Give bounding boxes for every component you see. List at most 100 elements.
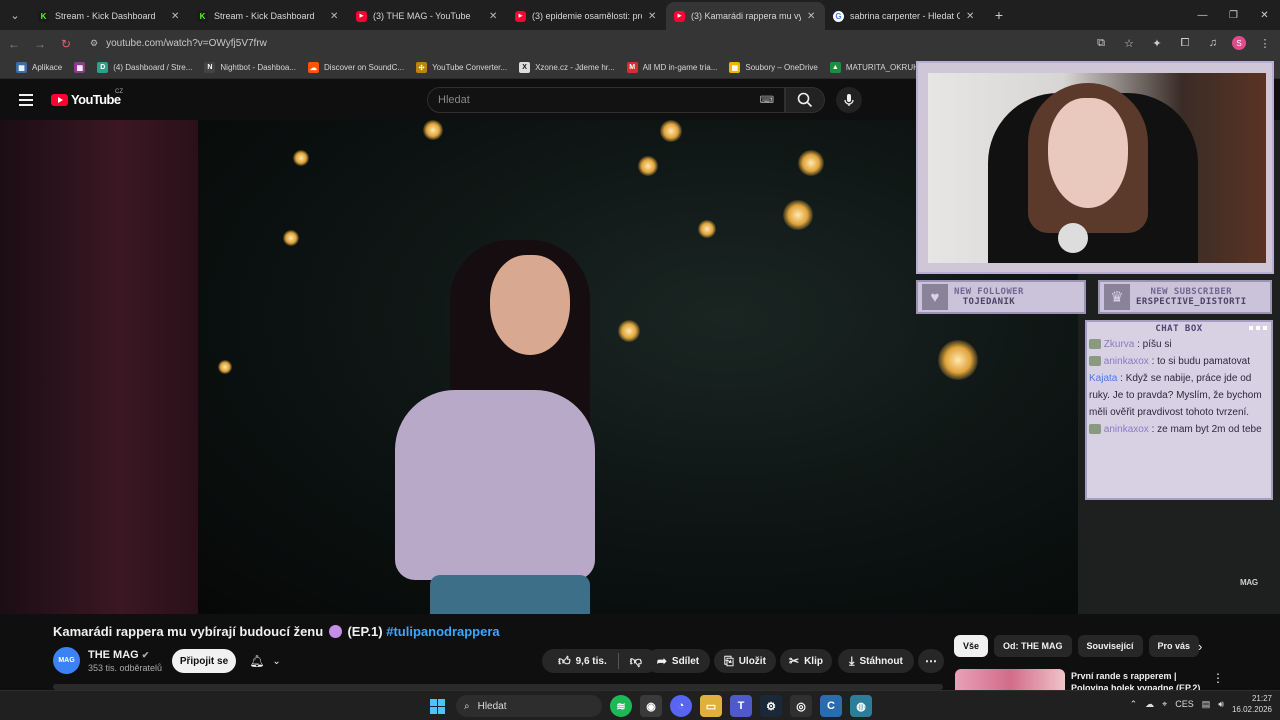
app-icon[interactable]: ◎ (790, 695, 812, 717)
close-icon[interactable]: ✕ (489, 11, 499, 22)
steam-icon[interactable]: ⚙ (760, 695, 782, 717)
extension-icon[interactable]: ✦ (1148, 34, 1166, 52)
clock[interactable]: 21:27 16.02.2026 (1232, 693, 1272, 715)
chip-for-you[interactable]: Pro vás (1148, 635, 1200, 657)
close-icon[interactable]: ✕ (648, 11, 658, 22)
download-button[interactable]: ⤓ Stáhnout (838, 649, 914, 673)
network-icon[interactable]: ▤ (1202, 699, 1211, 710)
ccleaner-icon[interactable]: C (820, 695, 842, 717)
taskbar: ⌕ Hledat ≋ ◉ ◔ ▭ T ⚙ ◎ C ◍ ⌃ ☁ ⌖ CES ▤ 🔊… (0, 690, 1280, 720)
tray-expand-icon[interactable]: ⌃ (1130, 699, 1138, 710)
tab-search-icon[interactable]: ⌄ (0, 0, 30, 30)
like-count[interactable]: 9,6 tis. (576, 656, 607, 667)
chat-username: Kajata (1089, 373, 1118, 384)
close-icon[interactable]: ✕ (171, 11, 181, 22)
screen: ⌄ K Stream - Kick Dashboard ✕ K Stream -… (0, 0, 1280, 720)
onedrive-tray-icon[interactable]: ☁ (1145, 699, 1154, 710)
globe-app-icon[interactable]: ◍ (850, 695, 872, 717)
site-info-icon[interactable]: ⚙ (90, 38, 98, 49)
browser-tab[interactable]: K Stream - Kick Dashboard ✕ (189, 2, 348, 30)
recommendation-thumbnail[interactable] (955, 669, 1065, 690)
subscriber-icon: ♛ (1104, 284, 1130, 310)
bookmark-item[interactable]: ✣ YouTube Converter... (410, 62, 513, 73)
channel-avatar[interactable]: MAG (53, 647, 80, 674)
keyboard-icon[interactable]: ⌨ (760, 95, 774, 106)
bookmark-item[interactable]: ▦ Soubory – OneDrive (723, 62, 823, 73)
cast-icon[interactable]: ⧉ (1092, 34, 1110, 52)
language-indicator[interactable]: CES (1175, 699, 1194, 709)
forward-icon[interactable]: → (28, 32, 52, 56)
discord-icon[interactable]: ◔ (670, 695, 692, 717)
browser-tab[interactable]: G sabrina carpenter - Hledat Goo... ✕ (825, 2, 984, 30)
bookmark-item[interactable]: N Nightbot - Dashboa... (198, 62, 302, 73)
taskbar-search[interactable]: ⌕ Hledat (456, 695, 602, 717)
file-explorer-icon[interactable]: ▭ (700, 695, 722, 717)
browser-tab[interactable]: ▶ (3) epidemie osamělosti: proč s... ✕ (507, 2, 666, 30)
chat-header: CHAT BOX (1087, 322, 1271, 336)
like-icon[interactable]: 👍︎ (558, 654, 571, 669)
google-icon: G (833, 10, 844, 22)
dislike-icon[interactable]: 👎︎ (630, 654, 642, 669)
teams-icon[interactable]: T (730, 695, 752, 717)
more-actions-button[interactable]: ⋯ (918, 649, 944, 673)
chip-all[interactable]: Vše (954, 635, 989, 657)
browser-tab[interactable]: ▶ (3) THE MAG - YouTube ✕ (348, 2, 507, 30)
join-button[interactable]: Připojit se (172, 649, 236, 673)
save-button[interactable]: ⎘ Uložit (714, 649, 776, 673)
bookmark-item[interactable]: X Xzone.cz - Jdeme hr... (513, 62, 621, 73)
download-label: Stáhnout (859, 655, 903, 667)
bookmark-item[interactable]: D (4) Dashboard / Stre... (91, 62, 198, 73)
share-button[interactable]: ➦ Sdílet (646, 649, 710, 673)
hashtag-link[interactable]: #tulipanodrappera (386, 624, 499, 639)
hamburger-menu-icon[interactable] (19, 94, 33, 106)
browser-tab-active[interactable]: ▶ (3) Kamarádi rappera mu vybíra... ✕ (666, 2, 825, 30)
address-bar[interactable]: ⚙ youtube.com/watch?v=OWyfj5V7frw (84, 33, 1084, 54)
bokeh-light (618, 320, 640, 342)
bookmark-star-icon[interactable]: ☆ (1120, 34, 1138, 52)
browser-tab[interactable]: K Stream - Kick Dashboard ✕ (30, 2, 189, 30)
chevron-right-icon[interactable]: › (1198, 639, 1202, 654)
clock-date: 16.02.2026 (1231, 705, 1272, 714)
restore-icon[interactable]: ❐ (1218, 0, 1249, 30)
search-input[interactable]: Hledat ⌨ (427, 87, 785, 113)
verified-icon: ✔ (141, 650, 150, 660)
reload-icon[interactable]: ↻ (54, 32, 78, 56)
start-button[interactable] (426, 695, 448, 717)
chrome-icon[interactable]: ◉ (640, 695, 662, 717)
new-tab-button[interactable]: + (988, 4, 1010, 26)
subscriber-count: 353 tis. odběratelů (88, 663, 163, 673)
bookmark-item[interactable]: ☁ Discover on SoundC... (302, 62, 410, 73)
channel-name[interactable]: THE MAG ✔ (88, 649, 149, 661)
volume-icon[interactable]: 🔊︎ (1218, 699, 1224, 710)
close-icon[interactable]: ✕ (330, 11, 340, 22)
location-icon[interactable]: ⌖ (1162, 699, 1167, 710)
close-window-icon[interactable]: ✕ (1249, 0, 1280, 30)
voice-search-button[interactable] (836, 87, 862, 113)
menu-dots-icon[interactable]: ⋮ (1256, 34, 1274, 52)
close-icon[interactable]: ✕ (807, 11, 817, 22)
puzzle-icon[interactable]: ⧠ (1176, 34, 1194, 52)
search-button[interactable] (785, 87, 825, 113)
clip-button[interactable]: ✂ Klip (780, 649, 832, 673)
bookmark-item[interactable]: ▦ Aplikace (10, 62, 68, 73)
minimize-icon[interactable]: — (1187, 0, 1218, 30)
chip-related[interactable]: Související (1077, 635, 1143, 657)
bokeh-light (423, 120, 443, 140)
back-icon[interactable]: ← (2, 32, 26, 56)
media-icon[interactable]: ♫ (1204, 34, 1222, 52)
save-label: Uložit (738, 655, 766, 667)
notifications-dropdown[interactable]: 🔔︎ ⌄ (242, 649, 288, 673)
close-icon[interactable]: ✕ (966, 11, 976, 22)
alert-name: ERSPECTIVE_DISTORTI (1136, 297, 1247, 307)
alert-text: NEW SUBSCRIBER ERSPECTIVE_DISTORTI (1136, 287, 1247, 307)
youtube-logo[interactable]: YouTube CZ (51, 89, 123, 107)
more-vert-icon[interactable]: ⋮ (1212, 671, 1224, 685)
share-label: Sdílet (671, 655, 700, 667)
profile-avatar[interactable]: S (1232, 36, 1246, 50)
bookmark-item[interactable]: M All MD in-game tria... (621, 62, 724, 73)
chip-from-channel[interactable]: Od: THE MAG (994, 635, 1072, 657)
bookmark-item[interactable]: ▦ (68, 62, 91, 73)
heart-icon: ♥ (922, 284, 948, 310)
bookmark-label: Aplikace (32, 63, 63, 72)
spotify-icon[interactable]: ≋ (610, 695, 632, 717)
